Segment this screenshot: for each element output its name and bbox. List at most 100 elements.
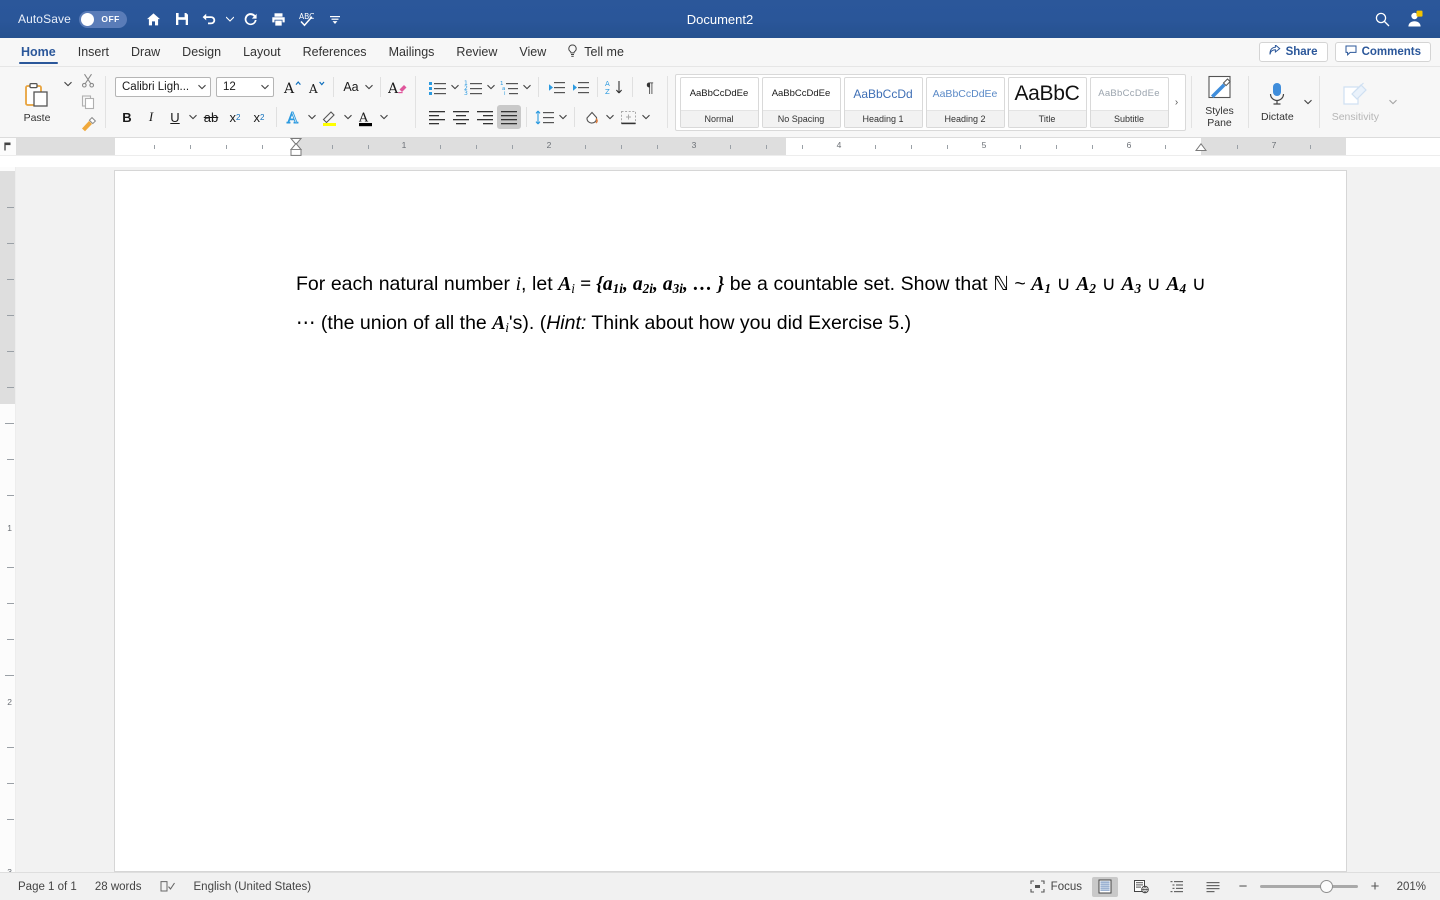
change-case-caret-icon[interactable]	[363, 84, 375, 90]
shading-caret-icon[interactable]	[604, 114, 616, 120]
tab-review[interactable]: Review	[445, 38, 508, 66]
paste-dropdown-icon[interactable]	[62, 81, 74, 87]
undo-icon[interactable]	[197, 6, 223, 32]
print-icon[interactable]	[266, 6, 292, 32]
numbered-list-icon[interactable]: 123	[461, 75, 485, 99]
font-name-combo[interactable]: Calibri Ligh...	[115, 77, 211, 97]
cut-icon[interactable]	[76, 70, 100, 91]
home-icon[interactable]	[141, 6, 167, 32]
highlight-caret-icon[interactable]	[342, 114, 354, 120]
text-effects-icon[interactable]: A	[282, 105, 306, 129]
draft-view-icon[interactable]	[1200, 877, 1226, 897]
show-formatting-marks-button[interactable]: ¶	[638, 75, 662, 99]
zoom-slider-handle[interactable]	[1320, 880, 1333, 893]
align-left-icon[interactable]	[425, 105, 449, 129]
superscript-button[interactable]: x2	[247, 106, 271, 128]
strikethrough-button[interactable]: ab	[199, 106, 223, 128]
bullet-list-icon[interactable]	[425, 75, 449, 99]
change-case-button[interactable]: Aa	[339, 75, 363, 99]
paste-button[interactable]: Paste	[12, 81, 62, 124]
increase-indent-icon[interactable]	[568, 75, 592, 99]
borders-caret-icon[interactable]	[640, 114, 652, 120]
undo-dropdown-icon[interactable]	[225, 16, 236, 22]
tab-insert[interactable]: Insert	[67, 38, 120, 66]
copy-icon[interactable]	[76, 92, 100, 113]
save-icon[interactable]	[169, 6, 195, 32]
dictate-button[interactable]: Dictate	[1253, 81, 1302, 123]
multilevel-list-caret-icon[interactable]	[521, 84, 533, 90]
styles-pane-button[interactable]: Styles Pane	[1196, 75, 1243, 129]
font-size-combo[interactable]: 12	[216, 77, 274, 97]
align-right-icon[interactable]	[473, 105, 497, 129]
tab-draw[interactable]: Draw	[120, 38, 171, 66]
style-title[interactable]: AaBbC Title	[1007, 76, 1087, 128]
comments-button[interactable]: Comments	[1334, 42, 1431, 62]
clear-formatting-icon[interactable]: A	[386, 75, 410, 99]
right-indent-marker[interactable]	[1195, 143, 1207, 151]
sensitivity-button[interactable]: Sensitivity	[1324, 81, 1387, 123]
account-icon[interactable]	[1405, 10, 1424, 29]
autosave-toggle[interactable]: OFF	[78, 10, 127, 28]
redo-icon[interactable]	[238, 6, 264, 32]
line-spacing-icon[interactable]	[532, 105, 557, 129]
print-layout-view-icon[interactable]	[1092, 876, 1118, 897]
style-no-spacing[interactable]: AaBbCcDdEe No Spacing	[761, 76, 841, 128]
style-normal[interactable]: AaBbCcDdEe Normal	[679, 76, 759, 128]
sort-icon[interactable]: AZ	[603, 75, 627, 99]
line-spacing-caret-icon[interactable]	[557, 114, 569, 120]
ruler-track[interactable]: 1 2 3 4 5 6 7	[16, 138, 1440, 156]
focus-button[interactable]: Focus	[1030, 880, 1082, 893]
zoom-slider[interactable]	[1260, 880, 1358, 893]
decrease-indent-icon[interactable]	[544, 75, 568, 99]
style-subtitle[interactable]: AaBbCcDdEe Subtitle	[1089, 76, 1169, 128]
search-icon[interactable]	[1374, 11, 1391, 28]
multilevel-list-icon[interactable]: 1ai	[497, 75, 521, 99]
borders-icon[interactable]	[616, 105, 640, 129]
bold-button[interactable]: B	[115, 106, 139, 128]
justify-icon[interactable]	[497, 105, 521, 129]
numbered-list-caret-icon[interactable]	[485, 84, 497, 90]
spelling-check-icon[interactable]: ABC	[294, 6, 320, 32]
format-painter-icon[interactable]	[76, 114, 100, 135]
outline-view-icon[interactable]	[1164, 877, 1190, 897]
tab-layout[interactable]: Layout	[232, 38, 292, 66]
tell-me-search[interactable]: Tell me	[557, 38, 634, 66]
tab-home[interactable]: Home	[10, 38, 67, 66]
language-indicator[interactable]: English (United States)	[194, 881, 312, 893]
vertical-ruler[interactable]: 1 2 3 4	[0, 167, 16, 872]
tab-mailings[interactable]: Mailings	[378, 38, 446, 66]
shrink-font-icon[interactable]: A	[304, 75, 328, 99]
bullet-list-caret-icon[interactable]	[449, 84, 461, 90]
document-paragraph[interactable]: For each natural number i, let Ai = {a1i…	[296, 267, 1206, 345]
font-color-icon[interactable]: A	[354, 105, 378, 129]
word-count[interactable]: 28 words	[95, 881, 142, 893]
align-center-icon[interactable]	[449, 105, 473, 129]
zoom-out-button[interactable]: −	[1236, 879, 1250, 894]
zoom-level[interactable]: 201%	[1392, 881, 1426, 893]
highlight-icon[interactable]	[318, 105, 342, 129]
horizontal-ruler[interactable]: 1 2 3 4 5 6 7	[0, 138, 1440, 156]
text-effects-caret-icon[interactable]	[306, 114, 318, 120]
font-color-caret-icon[interactable]	[378, 114, 390, 120]
page-indicator[interactable]: Page 1 of 1	[18, 881, 77, 893]
left-indent-marker[interactable]	[290, 149, 302, 156]
styles-more-icon[interactable]: ›	[1170, 77, 1183, 128]
sensitivity-caret-icon[interactable]	[1387, 99, 1399, 105]
tab-design[interactable]: Design	[171, 38, 232, 66]
style-heading-1[interactable]: AaBbCcDd Heading 1	[843, 76, 923, 128]
tab-view[interactable]: View	[508, 38, 557, 66]
tab-references[interactable]: References	[292, 38, 378, 66]
tab-selector-icon[interactable]	[0, 138, 16, 155]
proofing-icon[interactable]	[160, 880, 176, 893]
italic-button[interactable]: I	[139, 106, 163, 128]
customize-toolbar-icon[interactable]	[322, 6, 348, 32]
autosave-control[interactable]: AutoSave OFF	[18, 10, 127, 28]
style-heading-2[interactable]: AaBbCcDdEe Heading 2	[925, 76, 1005, 128]
share-button[interactable]: Share	[1258, 42, 1328, 62]
grow-font-icon[interactable]: A	[280, 75, 304, 99]
shading-icon[interactable]	[580, 105, 604, 129]
dictate-caret-icon[interactable]	[1302, 99, 1314, 105]
document-page[interactable]: For each natural number i, let Ai = {a1i…	[115, 171, 1346, 871]
subscript-button[interactable]: x2	[223, 106, 247, 128]
underline-button[interactable]: U	[163, 106, 187, 128]
